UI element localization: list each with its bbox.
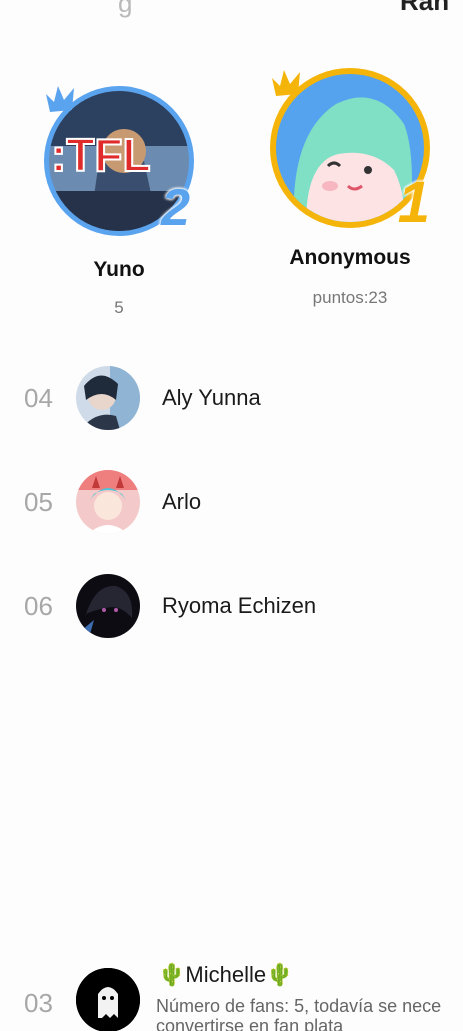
podium-score-first: puntos:23 bbox=[312, 288, 388, 307]
row-rank: 06 bbox=[24, 590, 53, 621]
row-rank: 04 bbox=[24, 382, 53, 413]
podium-first-place[interactable]: 1 Anonymous puntos:23 bbox=[255, 68, 445, 308]
fan-status-line-1: Número de fans: 5, todavía se nece bbox=[156, 996, 442, 1016]
rank-badge-second: 2 bbox=[161, 179, 190, 237]
rank-badge-first: 1 bbox=[397, 170, 430, 235]
row-name: Arlo bbox=[162, 489, 202, 514]
avatar-image bbox=[76, 470, 140, 534]
header-cut-text-left: g bbox=[118, 0, 133, 18]
crown-icon bbox=[46, 86, 74, 112]
current-user-fan-status: Número de fans: 5, todavía se nece conve… bbox=[156, 996, 441, 1031]
row-name: Aly Yunna bbox=[162, 385, 261, 410]
podium-score-second: 5 bbox=[114, 298, 124, 317]
current-user-rank: 03 bbox=[24, 988, 53, 1018]
podium-name-second: Yuno bbox=[93, 258, 145, 281]
header-cut-title: Ran bbox=[400, 0, 450, 16]
podium-second-place[interactable]: :TFL 2 Yuno 5 bbox=[24, 68, 214, 318]
ranking-row[interactable]: 04 Aly Yunna bbox=[0, 365, 463, 431]
ranking-row[interactable]: 06 Ryoma Echizen bbox=[0, 573, 463, 639]
ghost-avatar-image bbox=[76, 968, 140, 1031]
avatar[interactable] bbox=[76, 470, 140, 534]
ranking-row[interactable]: 05 Arlo bbox=[0, 469, 463, 535]
leaderboard-screen: g Ran :TFL 2 Yuno 5 1 Anonymous puntos:2… bbox=[0, 0, 463, 1031]
fan-status-line-2: convertirse en fan plata bbox=[156, 1016, 344, 1031]
current-user-name: 🌵Michelle🌵 bbox=[158, 962, 294, 987]
avatar-image bbox=[76, 366, 140, 430]
current-user-row[interactable]: 03 🌵Michelle🌵 Número de fans: 5, todavía… bbox=[0, 962, 463, 1031]
avatar[interactable] bbox=[76, 366, 140, 430]
avatar-first-place[interactable]: 1 bbox=[270, 68, 430, 232]
crown-icon bbox=[272, 70, 300, 96]
avatar-second-place[interactable]: :TFL 2 bbox=[44, 86, 194, 236]
row-rank: 05 bbox=[24, 486, 53, 517]
svg-text::TFL: :TFL bbox=[51, 129, 151, 181]
avatar-image bbox=[76, 574, 140, 638]
avatar[interactable] bbox=[76, 574, 140, 638]
row-name: Ryoma Echizen bbox=[162, 593, 317, 618]
avatar[interactable] bbox=[76, 968, 140, 1031]
podium-name-first: Anonymous bbox=[289, 246, 411, 269]
